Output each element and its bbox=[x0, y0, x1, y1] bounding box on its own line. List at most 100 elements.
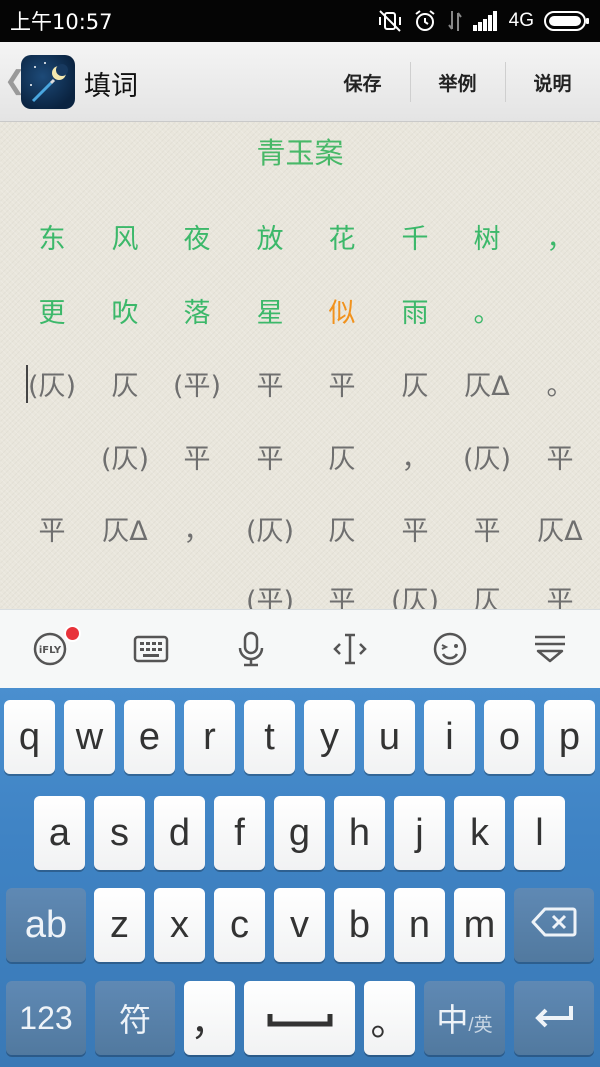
numbers-key[interactable]: 123 bbox=[6, 981, 86, 1055]
key-l[interactable]: l bbox=[514, 796, 565, 870]
tone-pattern-cell[interactable]: 仄 bbox=[375, 362, 455, 412]
poem-char[interactable]: 千 bbox=[375, 215, 455, 265]
tone-pattern-cell[interactable]: (仄) bbox=[447, 435, 527, 485]
key-u[interactable]: u bbox=[364, 700, 415, 774]
key-p[interactable]: p bbox=[544, 700, 595, 774]
poem-editor[interactable]: 青玉案 东风夜放花千树，更吹落星似雨。 (仄) 仄 (平) 平平仄仄Δ。 (仄) 平平仄，(… bbox=[0, 122, 600, 609]
tone-pattern-cell[interactable]: (平) bbox=[157, 362, 237, 412]
enter-key[interactable] bbox=[514, 981, 594, 1055]
key-q[interactable]: q bbox=[4, 700, 55, 774]
poem-char[interactable]: ， bbox=[520, 215, 600, 265]
key-x[interactable]: x bbox=[154, 888, 205, 962]
key-o[interactable]: o bbox=[484, 700, 535, 774]
tone-pattern-cell[interactable]: 平 bbox=[157, 435, 237, 485]
key-z[interactable]: z bbox=[94, 888, 145, 962]
tone-pattern-cell[interactable]: 仄Δ bbox=[520, 507, 600, 557]
symbols-key[interactable]: 符 bbox=[95, 981, 175, 1055]
poem-char[interactable]: 夜 bbox=[157, 215, 237, 265]
tone-pattern-cell[interactable]: 仄 bbox=[302, 435, 382, 485]
poem-char[interactable]: 吹 bbox=[85, 289, 165, 339]
tone-pattern-cell[interactable]: 平 bbox=[375, 507, 455, 557]
key-ab[interactable]: ab bbox=[6, 888, 86, 962]
key-h[interactable]: h bbox=[334, 796, 385, 870]
tone-pattern-cell[interactable]: (仄) bbox=[230, 507, 310, 557]
key-m[interactable]: m bbox=[454, 888, 505, 962]
status-icons: 4G bbox=[377, 8, 590, 34]
poem-row: 更吹落星似雨。 bbox=[0, 289, 600, 339]
key-s[interactable]: s bbox=[94, 796, 145, 870]
poem-char[interactable]: 星 bbox=[230, 289, 310, 339]
tone-pattern-cell[interactable]: 。 bbox=[520, 362, 600, 412]
tone-pattern-cell[interactable]: ， bbox=[375, 435, 455, 485]
tone-pattern-cell[interactable]: 平 bbox=[520, 435, 600, 485]
key-k[interactable]: k bbox=[454, 796, 505, 870]
cursor-icon[interactable] bbox=[330, 629, 370, 669]
key-t[interactable]: t bbox=[244, 700, 295, 774]
tone-pattern-cell[interactable]: 仄Δ bbox=[447, 362, 527, 412]
tone-pattern-cell[interactable]: (平) bbox=[230, 577, 310, 609]
key-r[interactable]: r bbox=[184, 700, 235, 774]
key-e[interactable]: e bbox=[124, 700, 175, 774]
poem-char[interactable]: 似 bbox=[302, 289, 382, 339]
tone-pattern-cell[interactable]: 仄 bbox=[302, 507, 382, 557]
poem-char[interactable]: 更 bbox=[12, 289, 92, 339]
alarm-icon bbox=[413, 9, 437, 33]
tone-pattern-cell[interactable]: 平 bbox=[302, 362, 382, 412]
key-d[interactable]: d bbox=[154, 796, 205, 870]
status-bar: 上午10:57 4G bbox=[0, 0, 600, 42]
keyboard-toolbar: iFLY bbox=[0, 609, 600, 688]
tone-pattern-cell[interactable]: 平 bbox=[520, 577, 600, 609]
help-button[interactable]: 说明 bbox=[505, 42, 600, 122]
battery-icon bbox=[544, 10, 590, 32]
hide-keyboard-icon[interactable] bbox=[530, 629, 570, 669]
key-b[interactable]: b bbox=[334, 888, 385, 962]
tone-pattern-cell[interactable]: (仄) bbox=[85, 435, 165, 485]
key-n[interactable]: n bbox=[394, 888, 445, 962]
emoji-icon[interactable] bbox=[430, 629, 470, 669]
key-g[interactable]: g bbox=[274, 796, 325, 870]
example-button[interactable]: 举例 bbox=[410, 42, 505, 122]
poem-char[interactable]: 花 bbox=[302, 215, 382, 265]
tone-pattern-cell[interactable]: 仄Δ bbox=[85, 507, 165, 557]
key-y[interactable]: y bbox=[304, 700, 355, 774]
key-c[interactable]: c bbox=[214, 888, 265, 962]
app-title: 填词 bbox=[84, 71, 138, 102]
poem-char[interactable]: 树 bbox=[447, 215, 527, 265]
tone-pattern-cell[interactable]: 平 bbox=[230, 435, 310, 485]
save-button[interactable]: 保存 bbox=[315, 42, 410, 122]
network-type: 4G bbox=[508, 10, 534, 31]
language-switch-key[interactable]: 中/英 bbox=[424, 981, 505, 1055]
poem-char[interactable]: 东 bbox=[12, 215, 92, 265]
tone-pattern-cell[interactable]: ， bbox=[157, 507, 237, 557]
microphone-icon[interactable] bbox=[231, 629, 271, 669]
period-key[interactable]: 。 bbox=[364, 981, 415, 1055]
tone-pattern-cell[interactable]: 平 bbox=[230, 362, 310, 412]
comma-key[interactable]: ， bbox=[184, 981, 235, 1055]
tone-pattern-cell[interactable]: 平 bbox=[12, 507, 92, 557]
key-w[interactable]: w bbox=[64, 700, 115, 774]
backspace-key[interactable] bbox=[514, 888, 594, 962]
tone-pattern-cell[interactable]: (仄) bbox=[375, 577, 455, 609]
tone-pattern-cell[interactable]: 平 bbox=[447, 507, 527, 557]
poem-char[interactable]: 。 bbox=[447, 289, 527, 339]
key-v[interactable]: v bbox=[274, 888, 325, 962]
space-key[interactable] bbox=[244, 981, 355, 1055]
key-a[interactable]: a bbox=[34, 796, 85, 870]
key-f[interactable]: f bbox=[214, 796, 265, 870]
poem-char[interactable]: 风 bbox=[85, 215, 165, 265]
language-sub-label: /英 bbox=[468, 1014, 493, 1036]
tone-pattern-cell[interactable]: 仄 bbox=[447, 577, 527, 609]
key-i[interactable]: i bbox=[424, 700, 475, 774]
keyboard-icon[interactable] bbox=[131, 629, 171, 669]
language-main-label: 中 bbox=[436, 1002, 469, 1038]
poem-char[interactable]: 雨 bbox=[375, 289, 455, 339]
tone-pattern-cell[interactable]: (仄) bbox=[12, 362, 92, 412]
poem-row: (平) 平 (仄) 仄平 bbox=[0, 577, 600, 609]
tone-pattern-cell[interactable]: 仄 bbox=[85, 362, 165, 412]
tone-pattern-cell[interactable]: 平 bbox=[302, 577, 382, 609]
enter-icon bbox=[531, 997, 577, 1040]
key-j[interactable]: j bbox=[394, 796, 445, 870]
poem-char[interactable]: 放 bbox=[230, 215, 310, 265]
app-logo[interactable] bbox=[21, 55, 75, 109]
poem-char[interactable]: 落 bbox=[157, 289, 237, 339]
